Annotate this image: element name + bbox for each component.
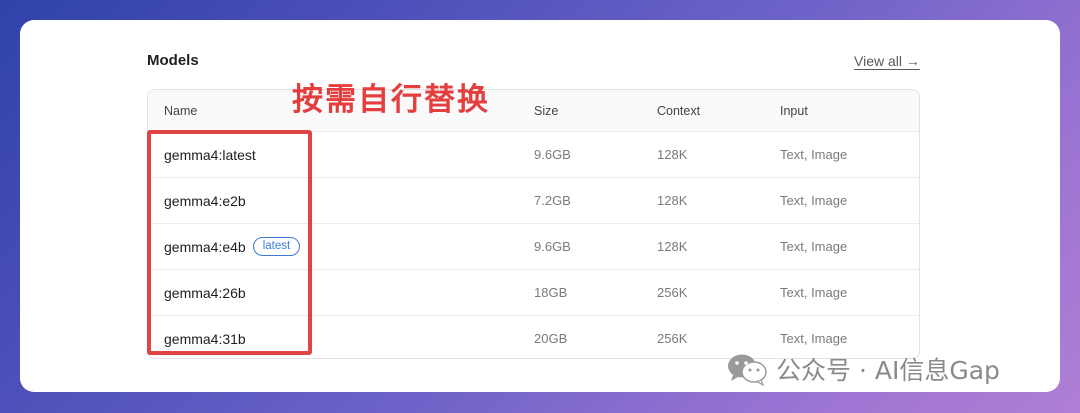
model-name-cell: gemma4:e4b latest bbox=[164, 224, 301, 269]
model-context: 256K bbox=[657, 331, 688, 346]
model-name-cell: gemma4:26b bbox=[164, 270, 246, 315]
table-row[interactable]: gemma4:latest 9.6GB 128K Text, Image bbox=[148, 131, 919, 177]
table-header: Name Size Context Input bbox=[148, 90, 919, 131]
wechat-icon bbox=[728, 354, 767, 386]
watermark: 公众号 · AI信息Gap bbox=[726, 349, 1000, 389]
model-size: 9.6GB bbox=[534, 239, 571, 254]
model-name-cell: gemma4:31b bbox=[164, 316, 246, 358]
model-size: 9.6GB bbox=[534, 147, 571, 162]
model-context: 128K bbox=[657, 239, 688, 254]
annotation-label: 按需自行替换 bbox=[292, 82, 490, 118]
model-input: Text, Image bbox=[780, 285, 848, 300]
model-context: 128K bbox=[657, 147, 688, 162]
column-header-context: Context bbox=[657, 103, 701, 118]
model-context: 128K bbox=[657, 193, 688, 208]
models-card: Models View all → Name Size Context Inpu… bbox=[20, 20, 1060, 392]
table-row[interactable]: gemma4:e2b 7.2GB 128K Text, Image bbox=[148, 177, 919, 223]
model-name[interactable]: gemma4:31b bbox=[164, 331, 246, 347]
model-name-cell: gemma4:latest bbox=[164, 132, 256, 177]
model-name[interactable]: gemma4:e2b bbox=[164, 193, 246, 209]
model-name[interactable]: gemma4:e4b bbox=[164, 239, 246, 255]
model-size: 18GB bbox=[534, 285, 568, 300]
model-context: 256K bbox=[657, 285, 688, 300]
table-row[interactable]: gemma4:26b 18GB 256K Text, Image bbox=[148, 269, 919, 315]
watermark-text: 公众号 · AI信息Gap bbox=[776, 356, 1000, 385]
model-input: Text, Image bbox=[780, 193, 848, 208]
models-table: Name Size Context Input gemma4:latest 9.… bbox=[147, 89, 920, 359]
model-name[interactable]: gemma4:latest bbox=[164, 147, 256, 163]
model-input: Text, Image bbox=[780, 239, 848, 254]
section-title: Models bbox=[147, 52, 199, 69]
model-size: 20GB bbox=[534, 331, 568, 346]
latest-badge: latest bbox=[252, 237, 301, 256]
column-header-size: Size bbox=[534, 103, 559, 118]
model-name[interactable]: gemma4:26b bbox=[164, 285, 246, 301]
model-name-cell: gemma4:e2b bbox=[164, 178, 246, 223]
column-header-name: Name bbox=[164, 103, 198, 118]
column-header-input: Input bbox=[780, 103, 808, 118]
table-row[interactable]: gemma4:e4b latest 9.6GB 128K Text, Image bbox=[148, 223, 919, 269]
model-size: 7.2GB bbox=[534, 193, 571, 208]
view-all-link[interactable]: View all → bbox=[854, 53, 920, 69]
model-input: Text, Image bbox=[780, 147, 848, 162]
